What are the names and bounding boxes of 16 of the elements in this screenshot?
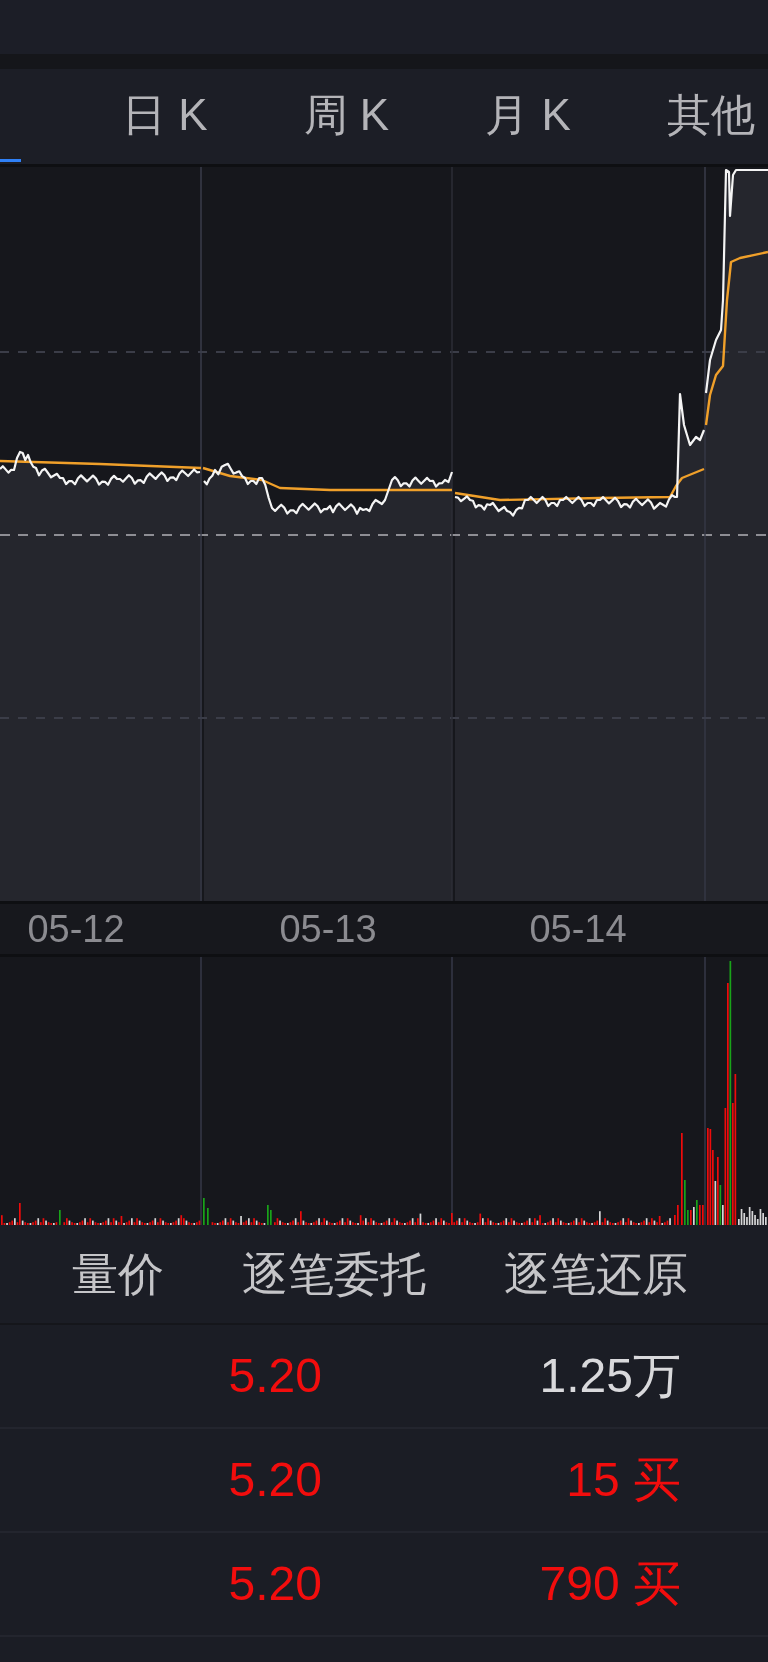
chart-tab[interactable]: 日 K (74, 69, 256, 164)
trade-price: 5.20 (228, 1560, 322, 1608)
chart-tab[interactable]: 其他 (618, 69, 763, 164)
trade-volume: 1.25万 (539, 1352, 681, 1400)
chart-tab[interactable]: 月 K (437, 69, 619, 164)
date-label: 05-12 (27, 910, 125, 948)
trade-price: 5.20 (228, 1456, 322, 1504)
trade-volume: 15 买 (566, 1456, 681, 1504)
trade-price: 5.20 (228, 1352, 322, 1400)
detail-tab[interactable]: 逐笔还原 (504, 1251, 688, 1297)
chart-tab[interactable]: 周 K (255, 69, 438, 164)
detail-tab[interactable]: 逐笔委托 (242, 1251, 426, 1297)
date-label: 05-13 (279, 910, 377, 948)
trade-volume: 790 买 (539, 1560, 681, 1608)
date-label: 05-14 (529, 910, 627, 948)
detail-tab[interactable]: 量价 (72, 1251, 164, 1297)
